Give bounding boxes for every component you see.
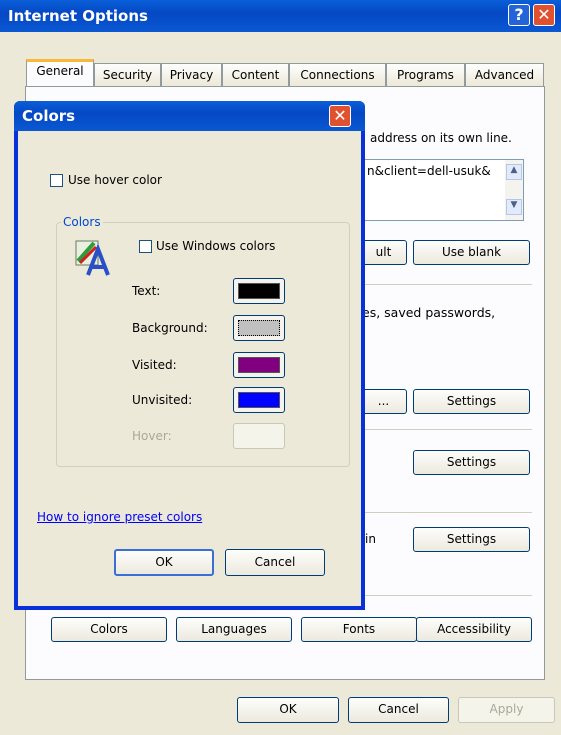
text-color-swatch — [238, 283, 280, 299]
colors-titlebar: Colors ✕ — [14, 101, 365, 131]
hover-color-button — [233, 423, 285, 449]
background-color-label: Background: — [132, 321, 208, 335]
browsing-history-text: es, saved passwords, — [362, 305, 496, 320]
help-button[interactable]: ? — [508, 4, 530, 26]
colors-button[interactable]: Colors — [51, 617, 167, 642]
tab-programs[interactable]: Programs — [386, 63, 465, 86]
tab-security[interactable]: Security — [94, 63, 161, 86]
colors-group-label: Colors — [61, 215, 103, 229]
tab-advanced[interactable]: Advanced — [465, 63, 544, 86]
scroll-up-button[interactable]: ▲ — [506, 164, 522, 180]
use-windows-colors-checkbox[interactable] — [139, 240, 152, 253]
scroll-down-button[interactable]: ▼ — [506, 199, 522, 215]
text-color-label: Text: — [132, 284, 161, 298]
use-hover-color-label: Use hover color — [68, 173, 162, 187]
colors-dialog-title: Colors — [22, 107, 76, 125]
main-titlebar: Internet Options ? ✕ — [0, 0, 561, 32]
search-settings-button[interactable]: Settings — [413, 450, 530, 475]
background-color-swatch — [238, 320, 280, 336]
visited-color-button[interactable] — [233, 352, 285, 378]
tabs-settings-button[interactable]: Settings — [413, 527, 530, 552]
tab-content[interactable]: Content — [222, 63, 289, 86]
separator — [354, 595, 532, 596]
use-windows-colors-label: Use Windows colors — [156, 239, 276, 253]
color-palette-icon — [74, 235, 116, 277]
separator — [354, 429, 532, 430]
separator — [354, 512, 532, 513]
colors-dialog: Colors ✕ Use hover color Colors Use Wind… — [14, 101, 365, 610]
use-blank-button[interactable]: Use blank — [413, 240, 530, 265]
languages-button[interactable]: Languages — [176, 617, 292, 642]
history-settings-button[interactable]: Settings — [413, 389, 530, 414]
cancel-button[interactable]: Cancel — [348, 697, 449, 723]
text-color-button[interactable] — [233, 278, 285, 304]
unvisited-color-button[interactable] — [233, 387, 285, 413]
colors-ok-button[interactable]: OK — [114, 549, 214, 576]
close-button[interactable]: ✕ — [533, 4, 555, 26]
use-hover-color-checkbox[interactable] — [50, 174, 63, 187]
tabs-section-text: in — [365, 532, 376, 546]
ok-button[interactable]: OK — [237, 697, 339, 723]
hover-color-label: Hover: — [132, 429, 172, 443]
visited-color-label: Visited: — [132, 358, 177, 372]
visited-color-swatch — [238, 357, 280, 373]
window-title: Internet Options — [8, 7, 148, 25]
colors-dialog-body: Use hover color Colors Use Windows color… — [18, 131, 361, 606]
home-page-description: address on its own line. — [370, 131, 512, 145]
fonts-button[interactable]: Fonts — [301, 617, 417, 642]
unvisited-color-swatch — [238, 392, 280, 408]
tab-privacy[interactable]: Privacy — [161, 63, 222, 86]
colors-cancel-button[interactable]: Cancel — [225, 549, 325, 576]
unvisited-color-label: Unvisited: — [132, 393, 193, 407]
background-color-button[interactable] — [233, 315, 285, 341]
colors-close-button[interactable]: ✕ — [329, 105, 351, 127]
apply-button: Apply — [458, 697, 555, 723]
scrollbar[interactable]: ▲ ▼ — [505, 160, 523, 220]
separator — [354, 284, 532, 285]
tab-general[interactable]: General — [26, 59, 94, 86]
ignore-preset-colors-link[interactable]: How to ignore preset colors — [37, 510, 202, 524]
accessibility-button[interactable]: Accessibility — [416, 617, 532, 642]
tab-connections[interactable]: Connections — [289, 63, 386, 86]
